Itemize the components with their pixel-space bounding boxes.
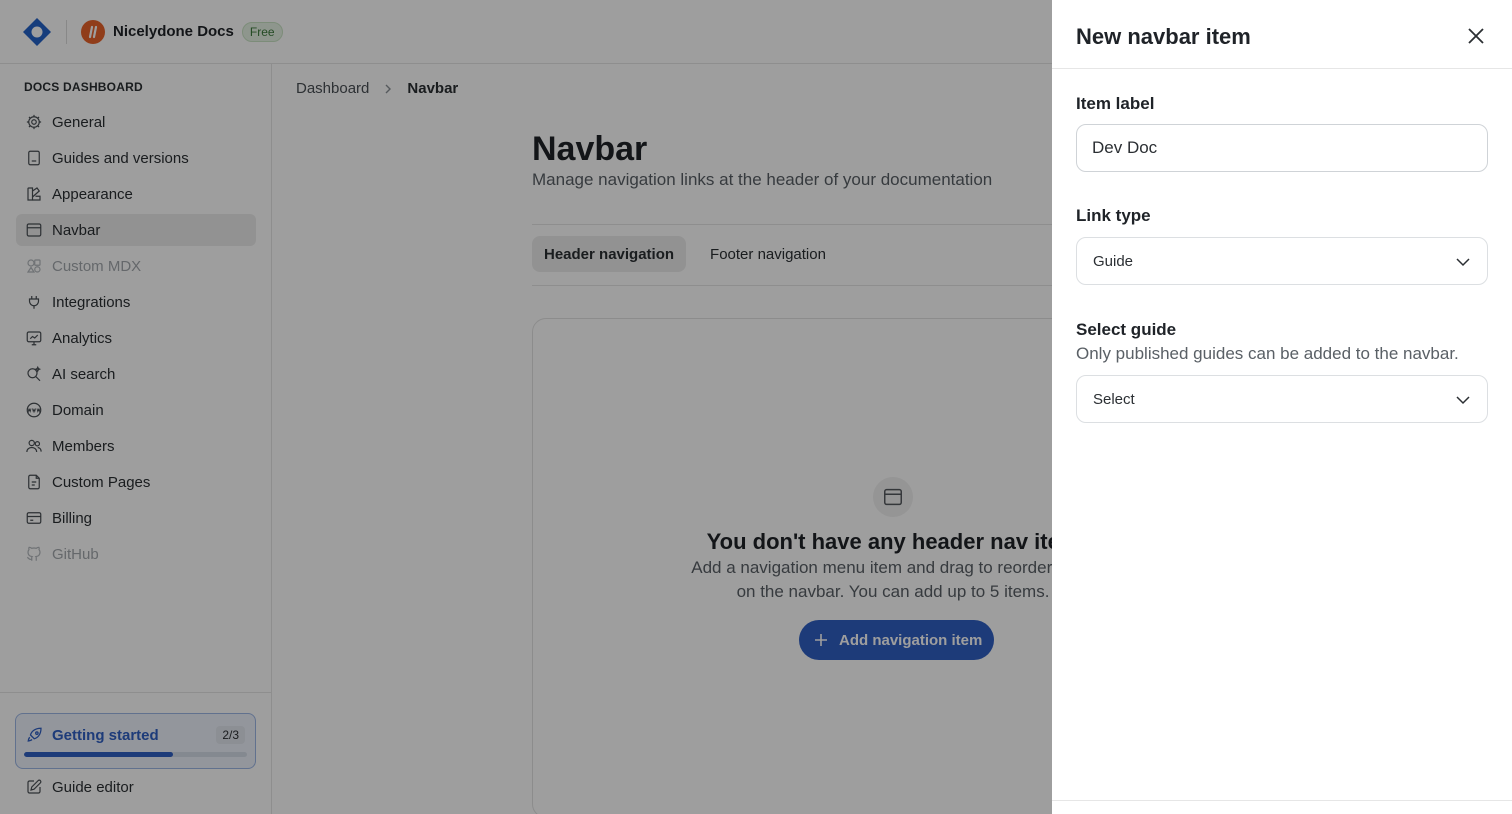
drawer-title: New navbar item (1076, 24, 1251, 49)
select-guide-help: Only published guides can be added to th… (1076, 344, 1459, 363)
link-type-label: Link type (1076, 206, 1151, 225)
chevron-down-icon (1455, 392, 1471, 408)
select-guide-label: Select guide (1076, 320, 1177, 339)
drawer-header: New navbar item (1052, 0, 1512, 69)
app-root: Nicelydone Docs Free DOCS DASHBOARD Gene… (0, 0, 1512, 814)
new-navbar-item-drawer: New navbar item Item label Link type Gui… (1052, 0, 1512, 814)
close-icon[interactable] (1464, 24, 1488, 48)
link-type-value: Guide (1093, 252, 1134, 270)
item-label-label: Item label (1076, 94, 1155, 113)
item-label-input[interactable] (1076, 124, 1488, 172)
chevron-down-icon (1455, 254, 1471, 270)
select-guide-select[interactable]: Select (1076, 375, 1488, 423)
select-guide-value: Select (1093, 390, 1135, 408)
link-type-select[interactable]: Guide (1076, 237, 1488, 285)
drawer-footer-divider (1052, 800, 1512, 801)
